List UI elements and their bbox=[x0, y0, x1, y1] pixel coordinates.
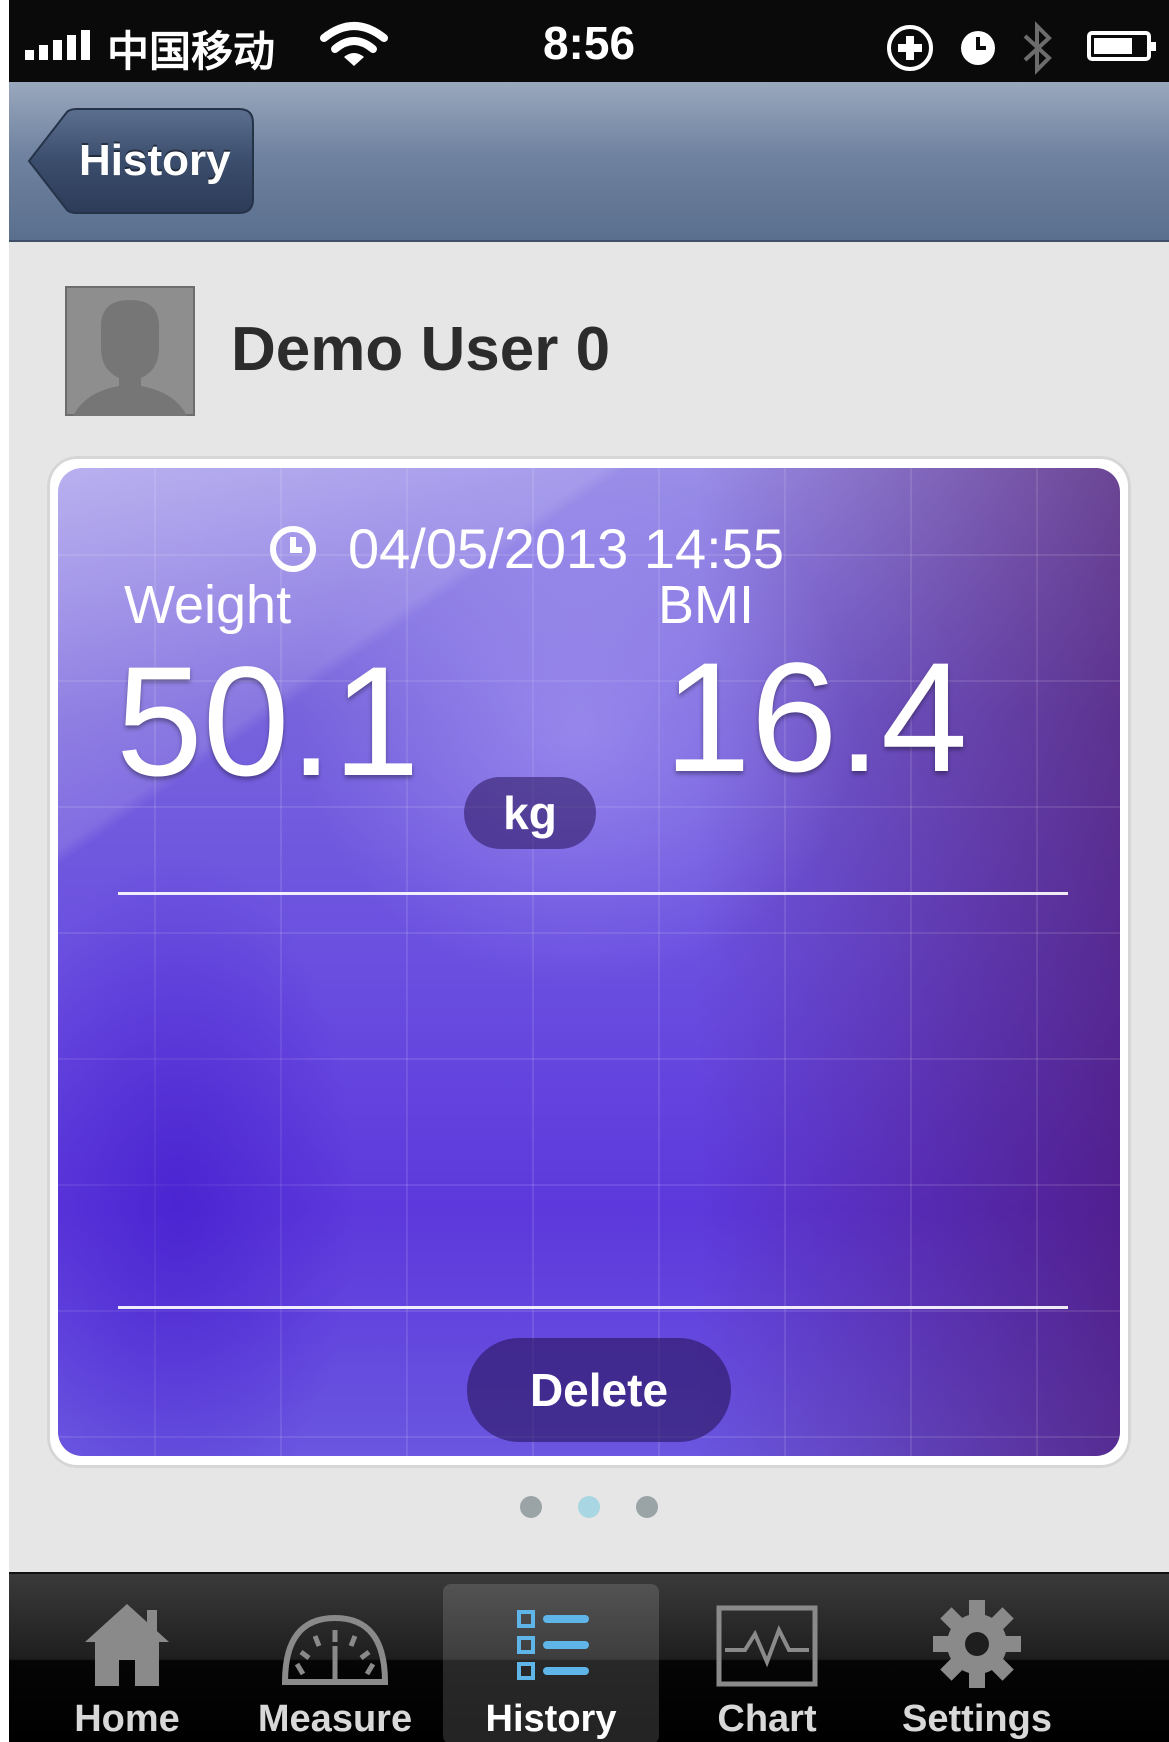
user-name: Demo User 0 bbox=[231, 315, 611, 384]
tab-chart-label: Chart bbox=[717, 1698, 817, 1740]
weight-unit-badge: kg bbox=[464, 777, 596, 849]
battery-icon bbox=[1087, 31, 1156, 61]
delete-button[interactable]: Delete bbox=[467, 1338, 731, 1442]
bmi-label: BMI bbox=[658, 575, 755, 635]
navigation-bar: History bbox=[9, 82, 1169, 242]
tab-history[interactable]: History bbox=[443, 1584, 659, 1742]
divider-top bbox=[118, 892, 1068, 895]
tab-history-label: History bbox=[485, 1698, 617, 1740]
divider-bottom bbox=[118, 1306, 1068, 1309]
user-avatar bbox=[63, 284, 197, 418]
bmi-value: 16.4 bbox=[664, 631, 968, 805]
record-datetime: 04/05/2013 14:55 bbox=[348, 517, 784, 580]
page-dot-2[interactable] bbox=[578, 1496, 600, 1518]
status-bar: 中国移动 8:56 bbox=[9, 0, 1169, 82]
rotation-lock-icon bbox=[887, 25, 933, 71]
weight-label: Weight bbox=[124, 575, 292, 635]
alarm-clock-icon bbox=[961, 31, 995, 65]
back-button[interactable]: History bbox=[27, 108, 255, 214]
house-icon bbox=[85, 1604, 169, 1686]
app-screen: 中国移动 8:56 History Demo User 0 04/05/2013… bbox=[9, 0, 1169, 1742]
clock-icon bbox=[270, 525, 316, 572]
page-dot-3[interactable] bbox=[636, 1496, 658, 1518]
page-indicator[interactable] bbox=[9, 1496, 1169, 1518]
tab-settings[interactable]: Settings bbox=[869, 1574, 1085, 1742]
tab-measure[interactable]: Measure bbox=[227, 1574, 443, 1742]
tab-home[interactable]: Home bbox=[19, 1574, 235, 1742]
weight-value: 50.1 bbox=[116, 635, 420, 809]
record-datetime-row: 04/05/2013 14:55 bbox=[268, 516, 784, 581]
record-card[interactable]: 04/05/2013 14:55 Weight BMI 50.1 kg 16.4… bbox=[58, 468, 1120, 1456]
tab-settings-label: Settings bbox=[902, 1698, 1052, 1740]
tab-measure-label: Measure bbox=[257, 1698, 413, 1740]
gear-icon bbox=[933, 1600, 1021, 1688]
tab-home-label: Home bbox=[74, 1698, 180, 1740]
bluetooth-icon bbox=[1023, 21, 1052, 75]
back-button-label: History bbox=[79, 136, 231, 185]
chart-icon bbox=[716, 1605, 818, 1687]
tab-chart[interactable]: Chart bbox=[659, 1574, 875, 1742]
page-dot-1[interactable] bbox=[520, 1496, 542, 1518]
gauge-icon bbox=[281, 1614, 389, 1685]
list-icon bbox=[517, 1610, 589, 1680]
person-silhouette-icon bbox=[63, 284, 197, 418]
tab-bar: Home Measure History Chart Settings bbox=[9, 1572, 1169, 1742]
